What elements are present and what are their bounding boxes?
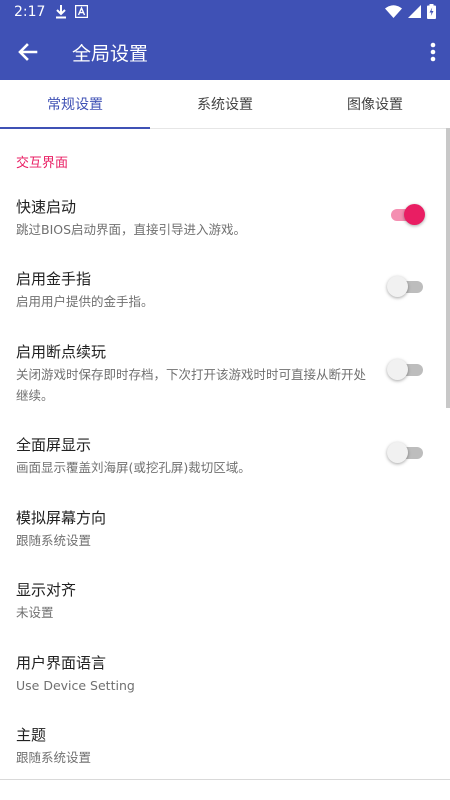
switch-thumb — [387, 276, 408, 297]
cheats-switch[interactable] — [387, 276, 423, 298]
pref-quick-boot[interactable]: 快速启动 跳过BIOS启动界面，直接引导进入游戏。 — [0, 196, 450, 256]
pref-display-alignment[interactable]: 显示对齐 未设置 — [0, 579, 450, 639]
pref-summary: 关闭游戏时保存即时存档，下次打开该游戏时时可直接从断开处继续。 — [16, 367, 367, 403]
status-time: 2:17 — [14, 4, 46, 20]
pref-summary: 跟随系统设置 — [16, 750, 92, 765]
pref-resume[interactable]: 启用断点续玩 关闭游戏时保存即时存档，下次打开该游戏时时可直接从断开处继续。 — [0, 341, 450, 421]
status-bar: 2:17 — [0, 0, 450, 24]
fullscreen-switch[interactable] — [387, 442, 423, 464]
pref-title: 全面屏显示 — [16, 436, 92, 454]
bottom-divider — [0, 779, 450, 780]
section-header: 交互界面 — [16, 156, 69, 171]
pref-cheats[interactable]: 启用金手指 启用用户提供的金手指。 — [0, 268, 450, 328]
pref-theme[interactable]: 主题 跟随系统设置 — [0, 724, 450, 780]
tab-label: 常规设置 — [47, 97, 103, 113]
tab-bar: 常规设置 系统设置 图像设置 — [0, 80, 450, 129]
pref-summary: 跟随系统设置 — [16, 533, 92, 548]
quick-boot-switch[interactable] — [391, 204, 425, 226]
pref-title: 快速启动 — [16, 198, 77, 216]
pref-summary: 未设置 — [16, 605, 54, 620]
status-icons-left — [55, 5, 88, 19]
wifi-icon — [385, 5, 402, 18]
switch-thumb — [387, 442, 408, 463]
pref-summary: 跳过BIOS启动界面，直接引导进入游戏。 — [16, 222, 247, 237]
tab-label: 图像设置 — [347, 97, 403, 113]
pref-title: 用户界面语言 — [16, 654, 107, 672]
pref-orientation[interactable]: 模拟屏幕方向 跟随系统设置 — [0, 507, 450, 567]
pref-fullscreen[interactable]: 全面屏显示 画面显示覆盖刘海屏(或挖孔屏)裁切区域。 — [0, 434, 450, 494]
notification-a-icon — [75, 5, 88, 18]
tab-general[interactable]: 常规设置 — [0, 80, 150, 129]
signal-icon — [408, 5, 421, 18]
pref-summary: 启用用户提供的金手指。 — [16, 294, 154, 309]
pref-summary: Use Device Setting — [16, 678, 135, 693]
pref-ui-language[interactable]: 用户界面语言 Use Device Setting — [0, 652, 450, 712]
battery-charging-icon — [427, 4, 436, 19]
resume-switch[interactable] — [387, 359, 423, 381]
pref-title: 主题 — [16, 726, 47, 744]
switch-thumb — [404, 204, 425, 225]
switch-thumb — [387, 359, 408, 380]
pref-summary: 画面显示覆盖刘海屏(或挖孔屏)裁切区域。 — [16, 460, 251, 475]
pref-title: 模拟屏幕方向 — [16, 509, 107, 527]
back-arrow-icon[interactable] — [14, 38, 42, 66]
page-title: 全局设置 — [72, 43, 149, 65]
download-icon — [56, 5, 66, 19]
tab-system[interactable]: 系统设置 — [150, 80, 300, 128]
app-bar: 全局设置 — [0, 24, 450, 80]
pref-title: 启用断点续玩 — [16, 343, 107, 361]
tab-label: 系统设置 — [197, 97, 253, 113]
status-icons-right — [385, 4, 436, 19]
pref-title: 启用金手指 — [16, 270, 92, 288]
tab-graphics[interactable]: 图像设置 — [300, 80, 450, 128]
settings-list: 交互界面 快速启动 跳过BIOS启动界面，直接引导进入游戏。 启用金手指 启用用… — [0, 129, 450, 780]
pref-title: 显示对齐 — [16, 581, 77, 599]
more-vert-icon[interactable] — [428, 38, 438, 66]
